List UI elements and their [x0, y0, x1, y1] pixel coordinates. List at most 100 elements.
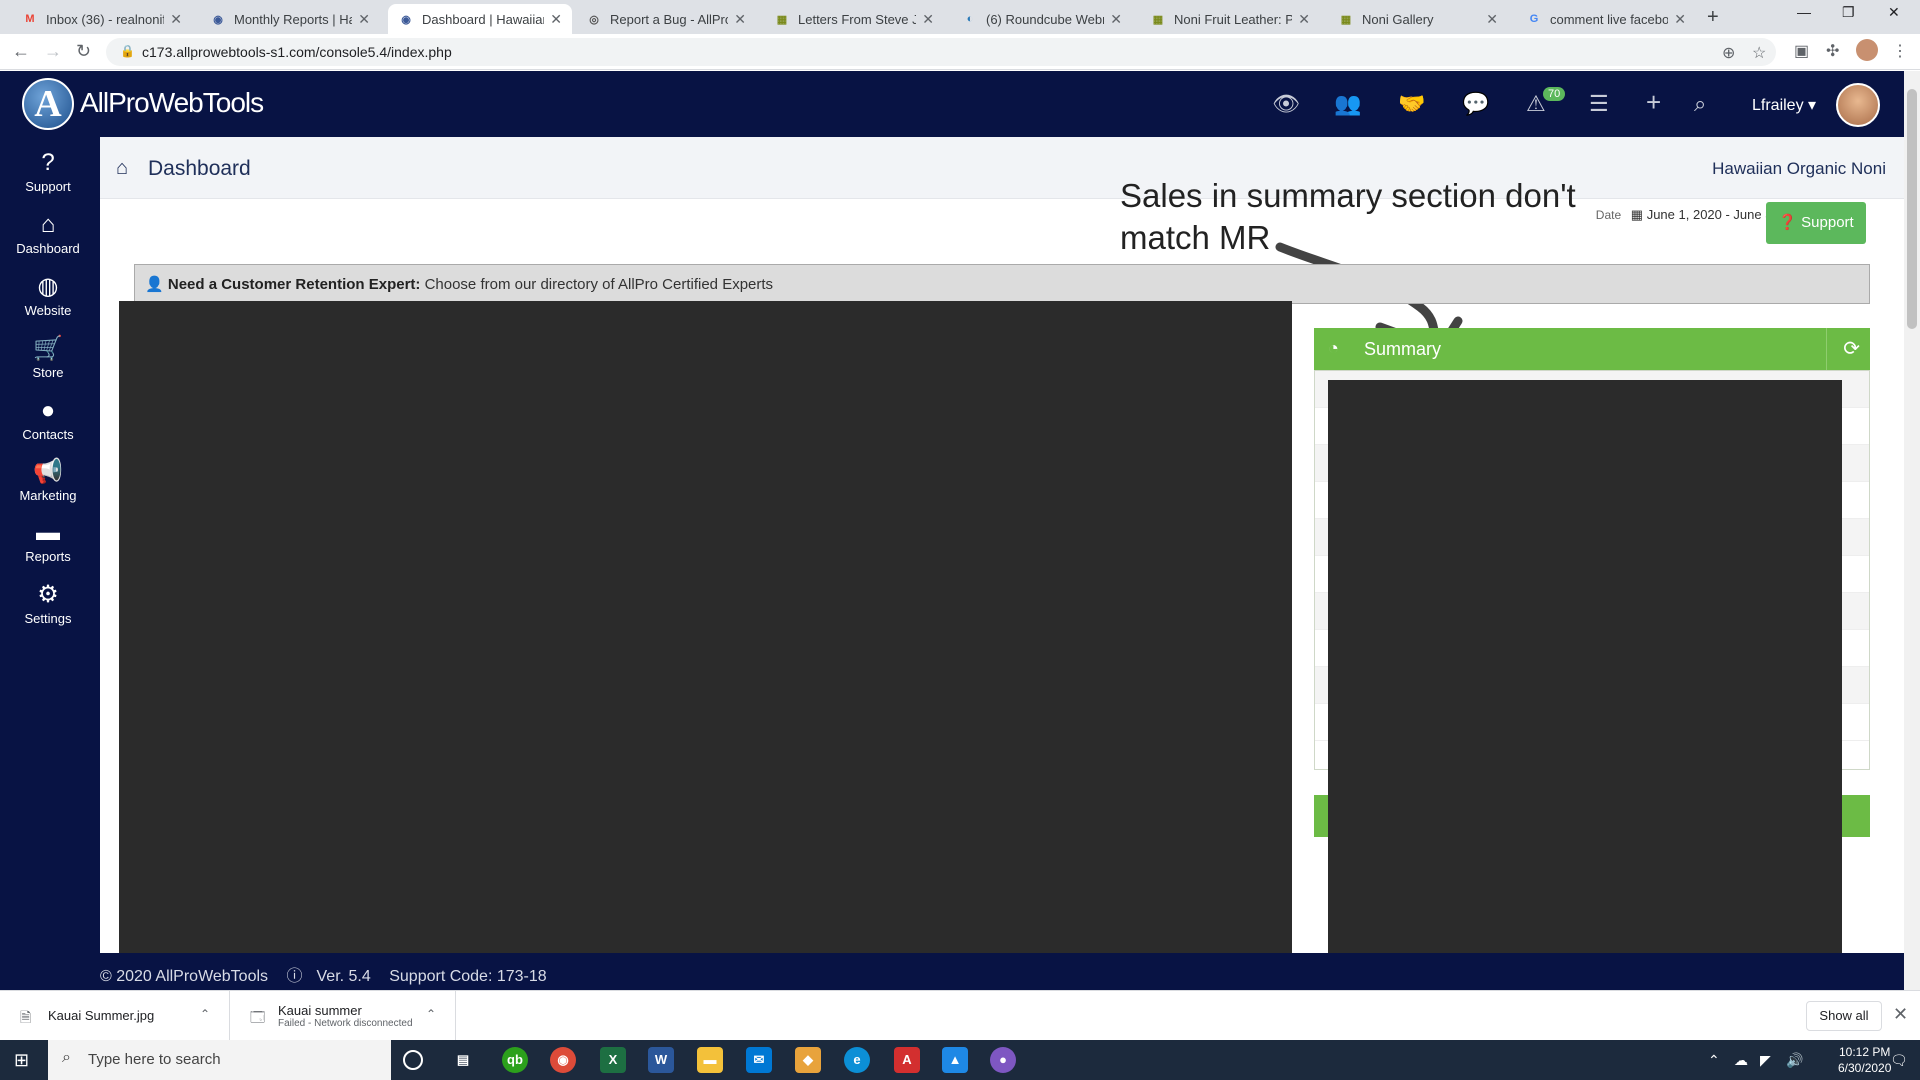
sidebar-item-reports[interactable]: ▬ Reports — [0, 519, 96, 564]
file-icon: 🗎 — [20, 1009, 32, 1025]
tab-close-icon[interactable]: ✕ — [1110, 11, 1122, 28]
browser-tab[interactable]: ◉ Dashboard | Hawaiian O ✕ — [388, 4, 572, 34]
checklist-icon[interactable]: ☰ — [1589, 91, 1609, 117]
close-icon[interactable]: ✕ — [1893, 1004, 1908, 1025]
quickbooks-icon[interactable]: qb — [502, 1047, 528, 1073]
browser-tab[interactable]: ◉ Monthly Reports | Haw ✕ — [200, 4, 380, 34]
maximize-button[interactable]: ❐ — [1842, 4, 1855, 21]
omnibox[interactable]: 🔒 c173.allprowebtools-s1.com/console5.4/… — [106, 38, 1776, 66]
favicon-icon: ▦ — [776, 13, 788, 26]
search-icon[interactable]: ⌕ — [1694, 91, 1706, 117]
acrobat-icon[interactable]: A — [894, 1047, 920, 1073]
tab-close-icon[interactable]: ✕ — [734, 11, 746, 28]
minimize-button[interactable]: — — [1797, 4, 1811, 20]
plus-icon[interactable]: + — [1646, 87, 1661, 118]
megaphone-icon: 📢 — [33, 458, 63, 485]
reload-button[interactable]: ↻ — [76, 41, 91, 62]
download-name: Kauai Summer.jpg — [48, 1008, 155, 1023]
sidebar-item-label: Contacts — [22, 427, 74, 442]
tab-close-icon[interactable]: ✕ — [358, 11, 370, 28]
taskbar-search[interactable]: ⌕ Type here to search — [48, 1040, 391, 1080]
sidebar-item-website[interactable]: ◍ Website — [0, 273, 96, 318]
mail-icon[interactable]: ✉ — [746, 1047, 772, 1073]
zoom-icon[interactable]: ⊕ — [1722, 43, 1735, 63]
new-tab-button[interactable]: + — [1707, 6, 1719, 29]
url-text[interactable]: c173.allprowebtools-s1.com/console5.4/in… — [142, 44, 452, 60]
task-view-icon[interactable]: ▤ — [450, 1047, 476, 1073]
app-icon[interactable]: ◆ — [795, 1047, 821, 1073]
logo-icon[interactable]: A — [22, 78, 74, 130]
sidebar-item-dashboard[interactable]: ⌂ Dashboard — [0, 211, 96, 256]
sidebar-item-marketing[interactable]: 📢 Marketing — [0, 458, 96, 503]
cortana-icon[interactable] — [403, 1050, 423, 1070]
sidebar-item-label: Reports — [25, 549, 71, 564]
users-icon[interactable]: 👥 — [1334, 91, 1361, 117]
excel-icon[interactable]: X — [600, 1047, 626, 1073]
sidebar-item-settings[interactable]: ⚙ Settings — [0, 581, 96, 626]
onedrive-icon[interactable]: ☁ — [1734, 1052, 1748, 1069]
tab-close-icon[interactable]: ✕ — [1298, 11, 1310, 28]
browser-tab[interactable]: ▦ Noni Gallery ✕ — [1328, 4, 1508, 34]
close-window-button[interactable]: ✕ — [1888, 4, 1900, 21]
chrome-icon[interactable]: ◉ — [550, 1047, 576, 1073]
volume-icon[interactable]: 🔊 — [1786, 1052, 1803, 1069]
forward-button[interactable]: → — [44, 41, 62, 62]
extension-icon[interactable]: ▣ — [1794, 41, 1809, 61]
tab-close-icon[interactable]: ✕ — [1674, 11, 1686, 28]
tray-chevron-icon[interactable]: ⌃ — [1708, 1052, 1720, 1069]
chat-icon[interactable]: 💬 — [1462, 91, 1489, 117]
sidebar-item-store[interactable]: 🛒 Store — [0, 335, 96, 380]
tab-title: Noni Gallery — [1362, 11, 1434, 27]
sidebar-item-label: Website — [24, 303, 72, 318]
page-scrollbar[interactable] — [1904, 71, 1920, 990]
menu-kebab-icon[interactable]: ⋮ — [1892, 41, 1908, 61]
windows-start-icon[interactable]: ⊞ — [14, 1050, 29, 1071]
tab-close-icon[interactable]: ✕ — [922, 11, 934, 28]
version: Ver. 5.4 — [316, 968, 371, 985]
tab-close-icon[interactable]: ✕ — [1486, 11, 1498, 28]
favicon-icon: ◉ — [213, 13, 223, 26]
gear-icon: ⚙ — [37, 581, 59, 608]
download-item[interactable]: 🗎 Kauai Summer.jpg ⌃ — [0, 991, 230, 1041]
user-menu[interactable]: Lfrailey ▾ — [1752, 95, 1816, 115]
system-clock[interactable]: 10:12 PM 6/30/2020 — [1838, 1044, 1891, 1076]
tab-close-icon[interactable]: ✕ — [170, 11, 182, 28]
network-icon[interactable]: ◤ — [1760, 1052, 1771, 1069]
word-icon[interactable]: W — [648, 1047, 674, 1073]
download-item[interactable]: 🗔 Kauai summer Failed - Network disconne… — [230, 991, 456, 1041]
clock-time: 10:12 PM — [1839, 1045, 1891, 1059]
redacted-panel-left — [119, 301, 1292, 958]
favicon-icon: G — [1529, 13, 1539, 25]
browser-tab[interactable]: ◎ Report a Bug - AllProW ✕ — [576, 4, 756, 34]
browser-tab[interactable]: ▦ Noni Fruit Leather: Pain ✕ — [1140, 4, 1320, 34]
file-explorer-icon[interactable]: ▬ — [697, 1047, 723, 1073]
browser-tab-strip: M Inbox (36) - realnonifru ✕ ◉ Monthly Repor… — [0, 0, 1920, 34]
summary-header: ◔ Summary ⟳ — [1314, 328, 1870, 370]
chevron-up-icon[interactable]: ⌃ — [426, 1007, 436, 1021]
photos-icon[interactable]: ▲ — [942, 1047, 968, 1073]
notification-center-icon[interactable]: 🗨 — [1890, 1052, 1908, 1069]
avatar[interactable] — [1836, 83, 1880, 127]
taskbar-search-placeholder: Type here to search — [88, 1051, 221, 1068]
support-button[interactable]: ❓ Support — [1766, 202, 1866, 244]
show-all-button[interactable]: Show all — [1806, 1001, 1882, 1031]
retention-expert-banner[interactable]: 👤 Need a Customer Retention Expert: Choo… — [134, 264, 1870, 304]
tab-close-icon[interactable]: ✕ — [550, 11, 562, 28]
handshake-icon[interactable]: 🤝 — [1398, 91, 1425, 117]
droplet-app-icon[interactable]: ● — [990, 1047, 1016, 1073]
browser-tab[interactable]: ▦ Letters From Steve Jan ✕ — [764, 4, 944, 34]
profile-avatar[interactable] — [1856, 39, 1878, 61]
browser-tab[interactable]: M Inbox (36) - realnonifru ✕ — [12, 4, 192, 34]
brand-name[interactable]: AllProWebTools — [80, 87, 264, 119]
eye-icon[interactable]: 👁 — [1272, 91, 1300, 117]
browser-tab[interactable]: Gcomment live facebook ✕ — [1516, 4, 1696, 34]
edge-icon[interactable]: e — [844, 1047, 870, 1073]
puzzle-icon[interactable]: ✣ — [1826, 41, 1839, 61]
back-button[interactable]: ← — [12, 41, 30, 62]
browser-tab[interactable]: ◐ (6) Roundcube Webma ✕ — [952, 4, 1132, 34]
bookmark-star-icon[interactable]: ☆ — [1752, 43, 1766, 63]
sidebar-item-contacts[interactable]: ● Contacts — [0, 397, 96, 442]
refresh-icon[interactable]: ⟳ — [1826, 328, 1860, 370]
sidebar-item-support[interactable]: ? Support — [0, 149, 96, 194]
chevron-up-icon[interactable]: ⌃ — [200, 1007, 210, 1021]
